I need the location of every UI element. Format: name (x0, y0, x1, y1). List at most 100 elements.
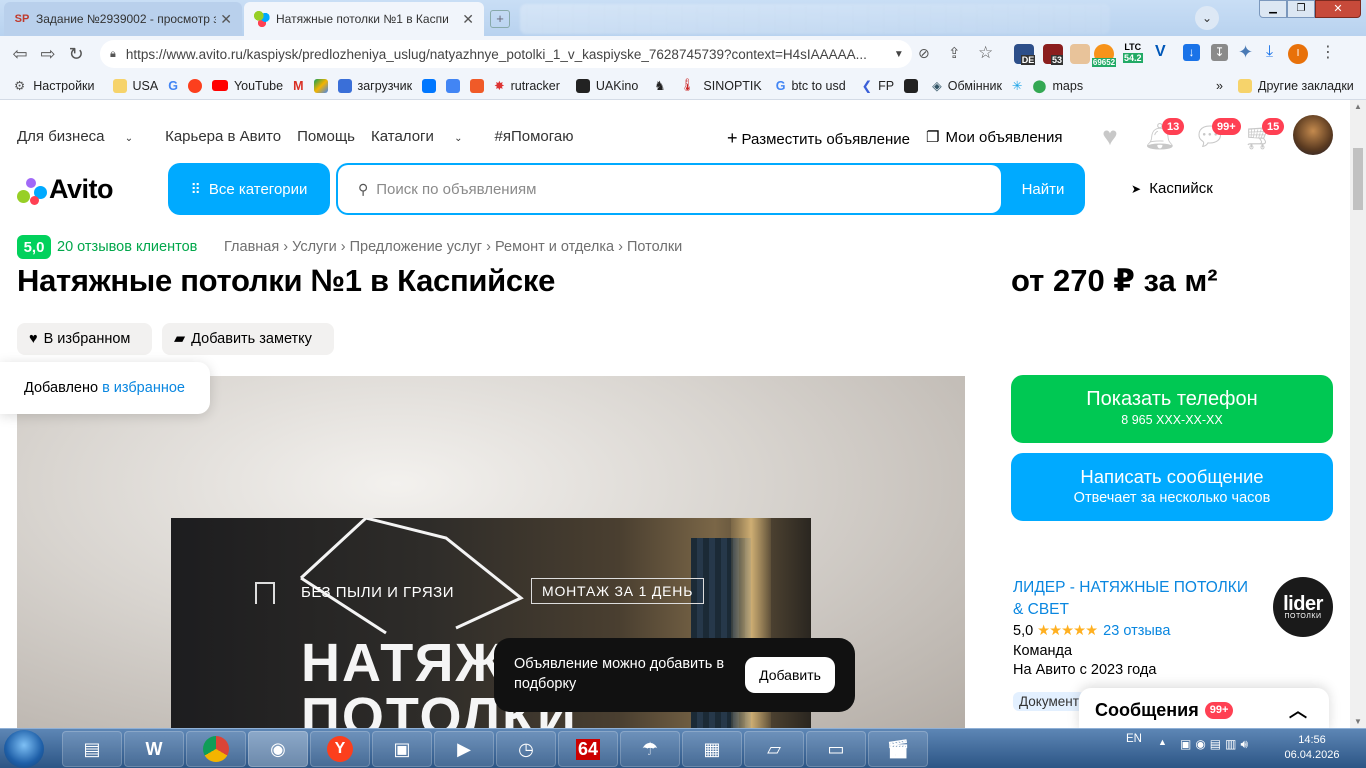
nav-ya-pomogayu[interactable]: #яПомогаю (494, 128, 573, 145)
explorer-taskbar-icon[interactable]: ▤ (62, 731, 122, 767)
calculator-taskbar-icon[interactable]: ▦ (682, 731, 742, 767)
bookmark-settings[interactable]: ⚙ Настройки (14, 78, 95, 94)
wise-taskbar-icon[interactable]: W (124, 731, 184, 767)
bookmark-btc-to-usd[interactable]: Gbtc to usd (776, 79, 846, 93)
yandex-icon[interactable] (187, 78, 202, 93)
back-icon[interactable]: ⇦ (6, 40, 34, 68)
tray-up-icon[interactable]: ▲ (1158, 737, 1167, 747)
system-clock[interactable]: 14:56 06.04.2026 (1282, 733, 1342, 763)
bookmarks-overflow-icon[interactable]: » (1216, 79, 1223, 93)
downloads-icon[interactable]: ⤓ (1266, 43, 1273, 61)
messages-panel[interactable]: Сообщения 99+ ︿ (1079, 688, 1329, 728)
other-bookmarks[interactable]: Другие закладки (1238, 78, 1354, 93)
scroll-down-icon[interactable]: ▼ (1354, 717, 1362, 726)
forward-icon[interactable]: ⇨ (34, 40, 62, 68)
favorites-link[interactable]: в избранное (102, 380, 185, 396)
clock-taskbar-icon[interactable]: ◷ (496, 731, 556, 767)
aida64-taskbar-icon[interactable]: 64 (558, 731, 618, 767)
v-extension-icon[interactable]: V (1155, 43, 1166, 61)
close-icon[interactable]: ✕ (220, 11, 232, 28)
player-taskbar-icon[interactable]: ▶ (434, 731, 494, 767)
new-tab-icon[interactable]: + (490, 10, 510, 28)
avito-logo[interactable]: Avito (17, 174, 114, 205)
horse-icon[interactable]: ♞ (654, 78, 665, 93)
favorites-heart-icon[interactable]: ♥ (1094, 120, 1126, 152)
google-icon[interactable]: G (168, 79, 178, 93)
url-bar[interactable]: 🔒︎ https://www.avito.ru/kaspiysk/predloz… (100, 40, 912, 68)
gmail-icon[interactable]: M (293, 79, 303, 93)
movie-taskbar-icon[interactable]: 🎬︎ (868, 731, 928, 767)
bookmark-maps[interactable]: ⬤ maps (1033, 78, 1084, 94)
maximize-button[interactable]: ❐ (1287, 0, 1315, 18)
scroll-up-icon[interactable]: ▲ (1354, 102, 1362, 111)
notifications-bell-icon[interactable]: 🔔︎ 13 (1144, 118, 1185, 152)
bookmark-sinoptik[interactable]: 🌡︎ SINOPTIK (680, 78, 762, 93)
crumb-home[interactable]: Главная (224, 239, 279, 255)
crumb-services[interactable]: Услуги (292, 239, 337, 255)
close-window-button[interactable]: ✕ (1315, 0, 1361, 18)
start-button[interactable] (4, 730, 44, 768)
tab-list-icon[interactable]: ⌄ (1195, 6, 1219, 30)
vk-icon[interactable] (422, 78, 437, 93)
f-icon[interactable] (470, 78, 485, 93)
language-indicator[interactable]: EN (1126, 733, 1142, 745)
seller-reviews-link[interactable]: 23 отзыва (1103, 623, 1170, 639)
reload-icon[interactable]: ↻ (62, 40, 90, 68)
share-icon[interactable]: ⇪ (948, 44, 961, 62)
bookmark-fp[interactable]: ❮ FP (862, 78, 894, 94)
bitcoin-extension-icon[interactable]: 69652 (1091, 44, 1117, 67)
vpn-extension-icon[interactable]: DE (1014, 44, 1036, 65)
drive-icon[interactable] (313, 78, 328, 93)
menu-icon[interactable]: ⋮ (1320, 42, 1336, 62)
bookmark-uakino[interactable]: UAKino (575, 78, 638, 93)
bookmark-youtube[interactable]: YouTube (211, 79, 283, 93)
city-selector[interactable]: ➤ Каспийск (1131, 180, 1213, 197)
nav-career[interactable]: Карьера в Авито (165, 128, 281, 145)
seller-logo[interactable]: lider ПОТОЛКИ (1273, 577, 1333, 637)
globe-taskbar-icon[interactable]: ◉ (248, 731, 308, 767)
star-icon[interactable]: ☆ (978, 43, 993, 63)
umbrella-taskbar-icon[interactable]: ☂ (620, 731, 680, 767)
url-dropdown-icon[interactable]: ▼ (894, 49, 904, 60)
extensions-puzzle-icon[interactable]: ✦ (1238, 42, 1253, 63)
bookmark-usa[interactable]: USA (112, 78, 158, 93)
all-categories-button[interactable]: ⠿ Все категории (168, 163, 330, 215)
write-message-button[interactable]: Написать сообщение Отвечает за несколько… (1011, 453, 1333, 521)
post-ad-link[interactable]: + Разместить объявление (727, 128, 910, 149)
bookmark-exchanger[interactable]: ◈ Обмінник (932, 78, 1002, 94)
show-phone-button[interactable]: Показать телефон 8 965 XXX-XX-XX (1011, 375, 1333, 443)
minimize-button[interactable]: ▁ (1259, 0, 1287, 18)
face-extension-icon[interactable] (1070, 44, 1090, 64)
yandex-taskbar-icon[interactable]: Y (310, 731, 370, 767)
messages-icon[interactable]: 💬︎ 99+ (1194, 118, 1241, 152)
cart-icon[interactable]: 🛒︎ 15 (1244, 118, 1285, 152)
scrollbar[interactable]: ▲ ▼ (1350, 100, 1366, 728)
close-icon[interactable]: ✕ (462, 11, 474, 28)
camera-blocked-icon[interactable]: ⊘ (918, 45, 930, 62)
crumb-offer[interactable]: Предложение услуг (350, 239, 483, 255)
download-extension-icon[interactable]: ↓ (1183, 44, 1200, 61)
profile-icon[interactable]: I (1288, 44, 1308, 64)
chrome-taskbar-icon[interactable] (186, 731, 246, 767)
my-ads-link[interactable]: ❐ Мои объявления (926, 128, 1062, 149)
tab-task[interactable]: SP Задание №2939002 - просмотр з ✕ (4, 2, 242, 36)
save-extension-icon[interactable]: ↧ (1211, 44, 1228, 61)
network-taskbar-icon[interactable]: ▣ (372, 731, 432, 767)
search-button[interactable]: Найти (1001, 163, 1085, 215)
extension-counter-icon[interactable]: 53 (1043, 44, 1063, 65)
nav-catalogs[interactable]: Каталоги ⌄ (371, 128, 478, 145)
sparkle-icon[interactable]: ✳ (1012, 78, 1022, 93)
nav-business[interactable]: Для бизнеса ⌄ (17, 128, 149, 145)
translate-icon[interactable] (446, 78, 461, 93)
crumb-repair[interactable]: Ремонт и отделка (495, 239, 614, 255)
tray-icons[interactable]: ▣◉▤▥🔊︎ (1180, 737, 1252, 752)
add-note-button[interactable]: ▰ Добавить заметку (162, 323, 334, 355)
add-to-collection-button[interactable]: Добавить (745, 657, 835, 693)
ltc-extension-icon[interactable]: LTC 54.2 (1123, 42, 1143, 64)
monitor-taskbar-icon[interactable]: ▭ (806, 731, 866, 767)
bc-icon[interactable] (904, 78, 919, 93)
reviews-link[interactable]: 20 отзывов клиентов (57, 239, 197, 255)
crumb-ceilings[interactable]: Потолки (627, 239, 682, 255)
notepad-taskbar-icon[interactable]: ▱ (744, 731, 804, 767)
nav-help[interactable]: Помощь (297, 128, 355, 145)
